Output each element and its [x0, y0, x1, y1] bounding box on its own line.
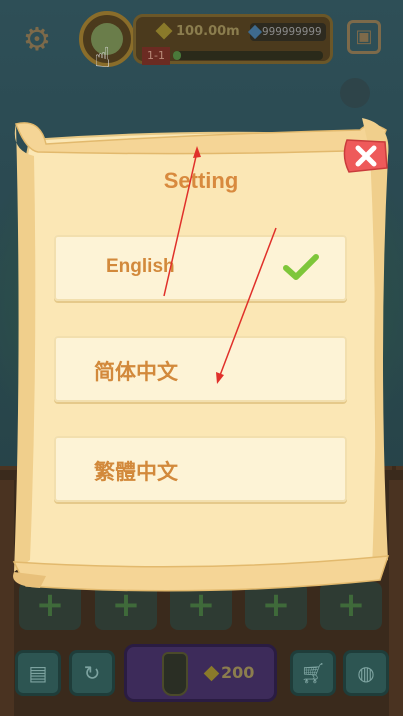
- settings-dialog: Setting English 简体中文 繁體中文: [0, 0, 403, 716]
- language-label-english: English: [106, 256, 175, 277]
- dialog-title: Setting: [163, 168, 239, 193]
- close-icon[interactable]: [339, 138, 389, 174]
- language-label-simplified-chinese: 简体中文: [94, 360, 178, 384]
- check-icon: [283, 254, 319, 280]
- language-label-traditional-chinese: 繁體中文: [94, 460, 178, 484]
